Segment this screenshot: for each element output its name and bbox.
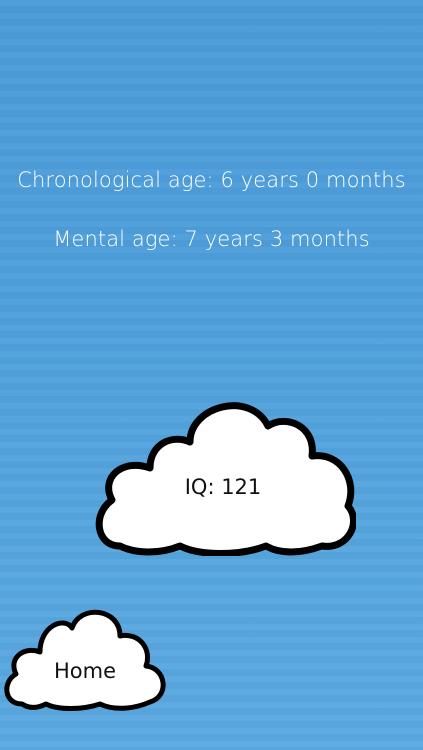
home-button-label[interactable]: Home — [2, 659, 168, 683]
results-screen: Chronological age: 6 years 0 months Ment… — [0, 0, 423, 750]
iq-score-text: IQ: 121 — [184, 475, 262, 499]
mental-age-text: Mental age: 7 years 3 months — [53, 227, 370, 251]
chronological-age-text: Chronological age: 6 years 0 months — [17, 168, 406, 192]
iq-cloud: IQ: 121 — [90, 396, 356, 556]
home-button[interactable]: Home — [2, 606, 168, 712]
